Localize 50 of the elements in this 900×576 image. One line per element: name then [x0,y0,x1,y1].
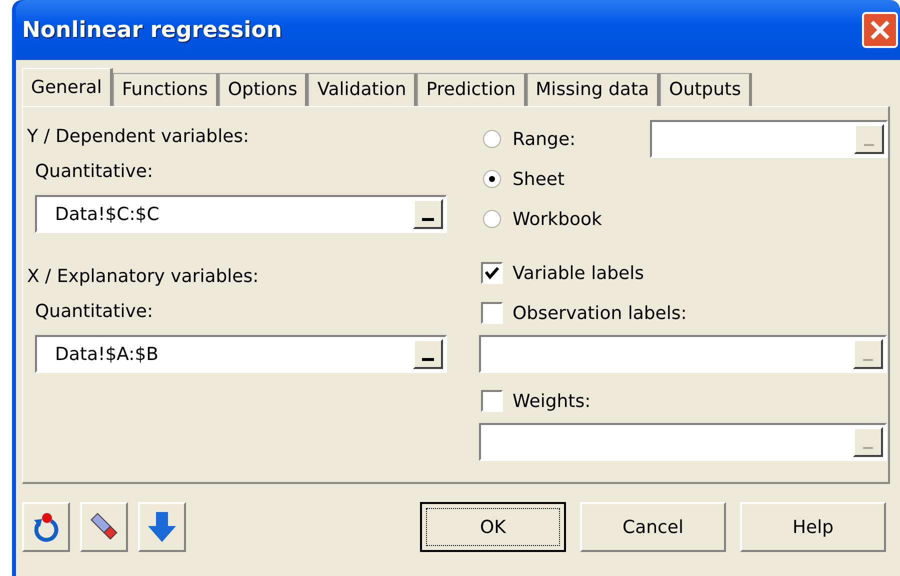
toolbar-button[interactable] [80,502,128,552]
tab[interactable]: Validation [308,73,418,106]
reset-icon [31,511,61,543]
browse-button[interactable] [412,199,442,229]
input-field[interactable] [650,120,888,158]
checkbox-label: Observation labels: [512,302,687,324]
dash-icon [422,358,434,361]
browse-button[interactable] [412,339,442,369]
close-icon [869,19,891,41]
radio-button[interactable] [482,170,500,188]
checkbox[interactable] [480,262,502,284]
window-title: Nonlinear regression [22,18,282,42]
radio-button[interactable] [482,210,500,228]
toolbar-button[interactable] [138,502,186,552]
option-label: Workbook [512,208,602,230]
browse-button[interactable] [852,427,882,457]
input-field[interactable] [478,423,886,461]
checkbox[interactable] [480,302,502,324]
input-field[interactable] [478,335,886,373]
tab[interactable]: Missing data [526,73,660,106]
checkbox-label: Weights: [512,390,591,412]
tab[interactable]: Options [218,73,308,106]
input-field[interactable]: Data!$A:$B [35,335,446,373]
tab[interactable]: Prediction [417,73,527,106]
browse-button[interactable] [854,124,884,154]
browse-button[interactable] [852,339,882,369]
section-label: Y / Dependent variables: [27,124,250,148]
tab[interactable]: General [22,68,113,106]
section-label: X / Explanatory variables: [27,264,260,288]
dash-icon [422,218,434,221]
field-label: Quantitative: [35,160,154,184]
checkbox[interactable] [480,390,502,412]
check-icon [484,266,498,280]
dash-icon [862,447,872,449]
tab[interactable]: Functions [112,73,219,106]
option-label: Sheet [512,168,565,190]
dialog-button[interactable]: Help [740,502,886,552]
tab[interactable]: Outputs [660,73,752,106]
checkbox-label: Variable labels [512,262,644,284]
input-field[interactable]: Data!$C:$C [35,195,446,233]
toolbar-button[interactable] [22,502,70,552]
close-button[interactable] [862,12,898,48]
dash-icon [862,359,872,361]
dialog-button[interactable]: OK [420,502,566,552]
dash-icon [864,144,874,146]
field-label: Quantitative: [35,300,154,324]
option-label: Range: [512,128,576,150]
down-arrow-icon [146,510,178,544]
dialog-button[interactable]: Cancel [580,502,726,552]
radio-button[interactable] [482,130,500,148]
